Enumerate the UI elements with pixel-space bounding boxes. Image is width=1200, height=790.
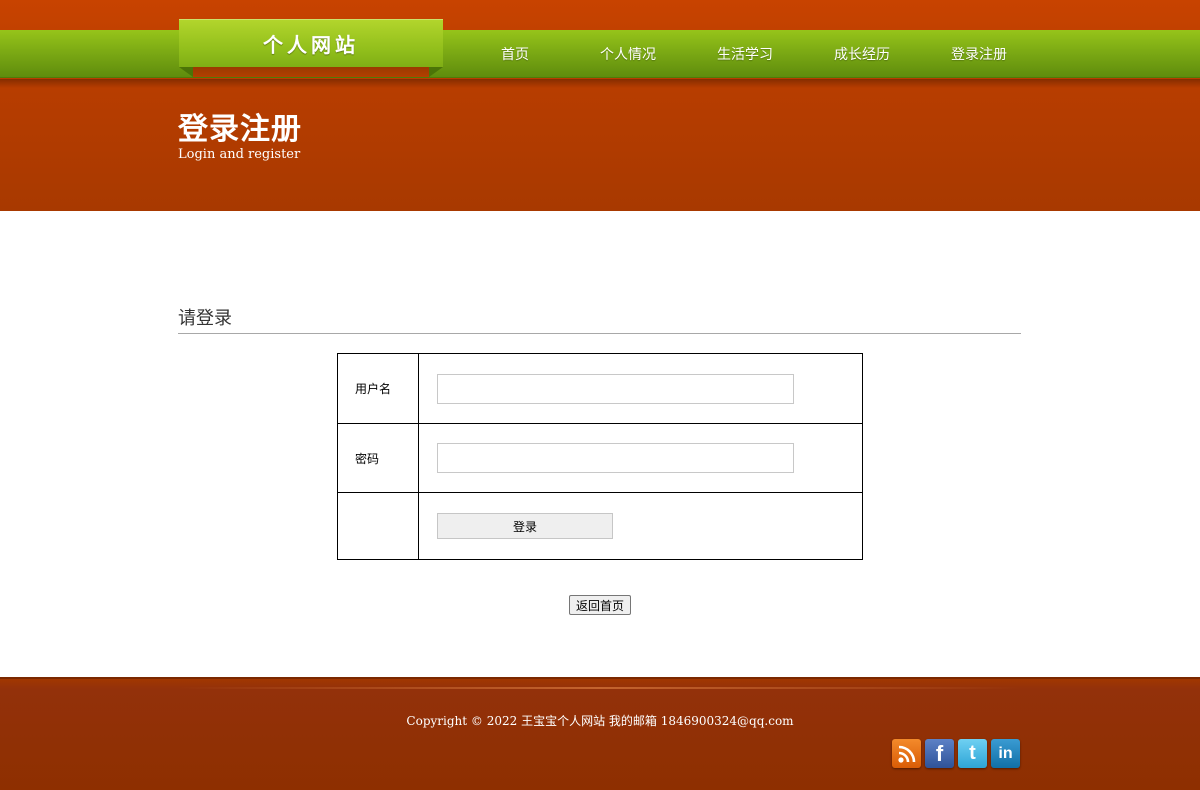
back-home-button[interactable]: 返回首页 <box>569 595 631 615</box>
linkedin-icon[interactable]: in <box>991 739 1020 768</box>
footer-divider <box>178 687 1021 689</box>
site-logo[interactable]: 个人网站 <box>179 19 443 67</box>
nav-life-study[interactable]: 生活学习 <box>695 44 795 64</box>
login-button[interactable]: 登录 <box>437 513 613 539</box>
page-subtitle: Login and register <box>178 147 301 162</box>
site-footer: Copyright © 2022 王宝宝个人网站 我的邮箱 1846900324… <box>0 677 1200 790</box>
site-header: 个人网站 首页 个人情况 生活学习 成长经历 登录注册 登录注册 Login a… <box>0 0 1200 211</box>
logo-ribbon <box>179 67 443 77</box>
nav-growth[interactable]: 成长经历 <box>812 44 912 64</box>
main-nav: 首页 个人情况 生活学习 成长经历 登录注册 <box>470 30 1046 78</box>
page-title: 登录注册 <box>178 112 302 147</box>
nav-home[interactable]: 首页 <box>470 44 551 64</box>
password-input[interactable] <box>437 443 794 473</box>
rss-icon[interactable] <box>892 739 921 768</box>
login-section-title: 请登录 <box>178 308 232 329</box>
section-divider <box>178 333 1021 334</box>
empty-cell <box>337 492 419 560</box>
copyright-text: Copyright © 2022 王宝宝个人网站 我的邮箱 1846900324… <box>406 714 794 728</box>
nav-login-register[interactable]: 登录注册 <box>929 44 1029 64</box>
nav-profile[interactable]: 个人情况 <box>578 44 678 64</box>
facebook-icon[interactable]: f <box>925 739 954 768</box>
social-links: f t in <box>892 739 1020 768</box>
logo-text: 个人网站 <box>263 33 359 57</box>
login-form: 用户名 密码 登录 <box>337 353 863 560</box>
username-input[interactable] <box>437 373 794 404</box>
twitter-icon[interactable]: t <box>958 739 987 768</box>
username-label: 用户名 <box>337 353 419 424</box>
password-label: 密码 <box>337 423 419 493</box>
